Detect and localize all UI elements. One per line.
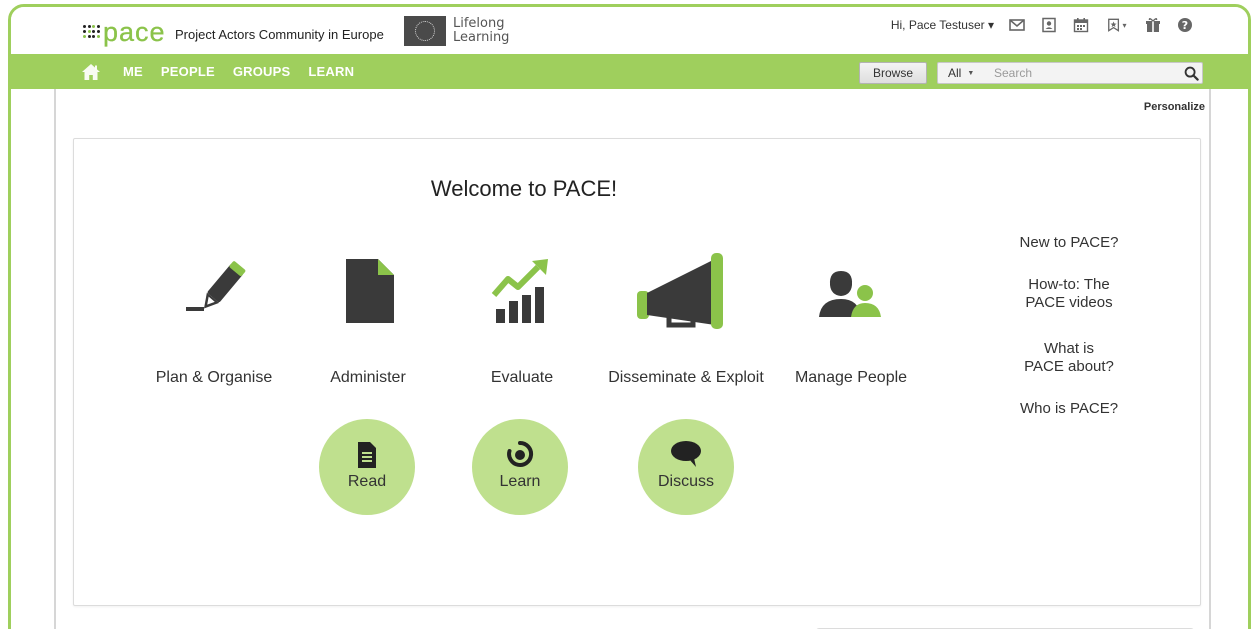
document-icon — [346, 259, 394, 323]
lifelong-learning-logo: Lifelong Learning — [453, 16, 510, 45]
nav-links: ME PEOPLE GROUPS LEARN — [123, 64, 354, 79]
mail-icon[interactable] — [1008, 17, 1026, 33]
bubble-label: Learn — [499, 473, 541, 490]
growth-chart-icon — [491, 259, 548, 323]
megaphone-icon — [637, 253, 723, 329]
bubble-label: Discuss — [657, 473, 714, 490]
bookmarks-icon[interactable]: ▾ — [1104, 17, 1130, 33]
action-plan-organise[interactable]: Plan & Organise — [134, 255, 294, 387]
bubble-label: Read — [347, 473, 387, 490]
welcome-title: Welcome to PACE! — [430, 176, 618, 201]
browse-button[interactable]: Browse — [859, 62, 927, 84]
howto-videos-link[interactable]: How-to: The PACE videos — [994, 276, 1144, 312]
search-bar: All ▼ — [937, 62, 1203, 84]
discuss-bubble[interactable]: Discuss — [638, 419, 734, 515]
side-links: New to PACE? How-to: The PACE videos Wha… — [994, 234, 1144, 418]
nav-item-groups[interactable]: GROUPS — [233, 64, 291, 79]
nav-item-learn[interactable]: LEARN — [308, 64, 354, 79]
search-input[interactable] — [994, 63, 1180, 83]
personalize-link[interactable]: Personalize — [1144, 101, 1205, 113]
eu-flag-icon — [404, 16, 446, 46]
nav-item-me[interactable]: ME — [123, 64, 143, 79]
action-administer[interactable]: Administer — [288, 255, 448, 387]
page-content: Personalize Welcome to PACE! Plan & Orga… — [54, 89, 1211, 629]
main-nav: ME PEOPLE GROUPS LEARN Browse All ▼ — [11, 54, 1248, 89]
caret-down-icon: ▼ — [967, 69, 975, 77]
new-to-pace-link[interactable]: New to PACE? — [994, 234, 1144, 252]
action-disseminate-exploit[interactable]: Disseminate & Exploit — [606, 253, 766, 387]
pace-logo[interactable]: pace — [83, 16, 166, 47]
discuss-icon — [671, 441, 701, 467]
calendar-icon[interactable] — [1072, 17, 1090, 33]
app-frame: pace Project Actors Community in Europe … — [8, 4, 1251, 629]
learn-bubble[interactable]: Learn — [472, 419, 568, 515]
read-bubble[interactable]: Read — [319, 419, 415, 515]
top-header: pace Project Actors Community in Europe … — [11, 7, 1248, 54]
nav-item-people[interactable]: PEOPLE — [161, 64, 215, 79]
logo-dots-icon — [83, 25, 101, 39]
logo-wordmark: pace — [103, 16, 166, 47]
action-label: Administer — [330, 369, 406, 386]
people-icon — [819, 271, 881, 317]
action-label: Plan & Organise — [155, 369, 273, 386]
help-icon[interactable]: ? — [1176, 17, 1194, 33]
contacts-icon[interactable] — [1040, 17, 1058, 33]
action-label: Evaluate — [490, 369, 554, 386]
site-tagline: Project Actors Community in Europe — [175, 27, 384, 42]
what-is-pace-link[interactable]: What is PACE about? — [994, 340, 1144, 376]
search-scope-select[interactable]: All ▼ — [938, 66, 994, 80]
action-evaluate[interactable]: Evaluate — [442, 255, 602, 387]
pen-icon — [186, 261, 246, 311]
home-icon[interactable] — [81, 63, 101, 81]
read-icon — [358, 442, 376, 468]
chevron-down-icon: ▾ — [1122, 20, 1127, 30]
gift-icon[interactable] — [1144, 17, 1162, 33]
search-icon[interactable] — [1180, 63, 1202, 83]
welcome-card: Welcome to PACE! Plan & Organise Adminis… — [73, 138, 1201, 606]
user-menu[interactable]: Hi, Pace Testuser ▾ — [891, 18, 994, 32]
learn-spiral-icon — [507, 440, 534, 467]
svg-text:?: ? — [1182, 19, 1188, 32]
action-manage-people[interactable]: Manage People — [771, 255, 931, 387]
who-is-pace-link[interactable]: Who is PACE? — [994, 400, 1144, 418]
action-label: Disseminate & Exploit — [608, 369, 764, 386]
user-toolbar: Hi, Pace Testuser ▾ ▾ ? — [891, 17, 1194, 33]
action-label: Manage People — [794, 369, 908, 386]
